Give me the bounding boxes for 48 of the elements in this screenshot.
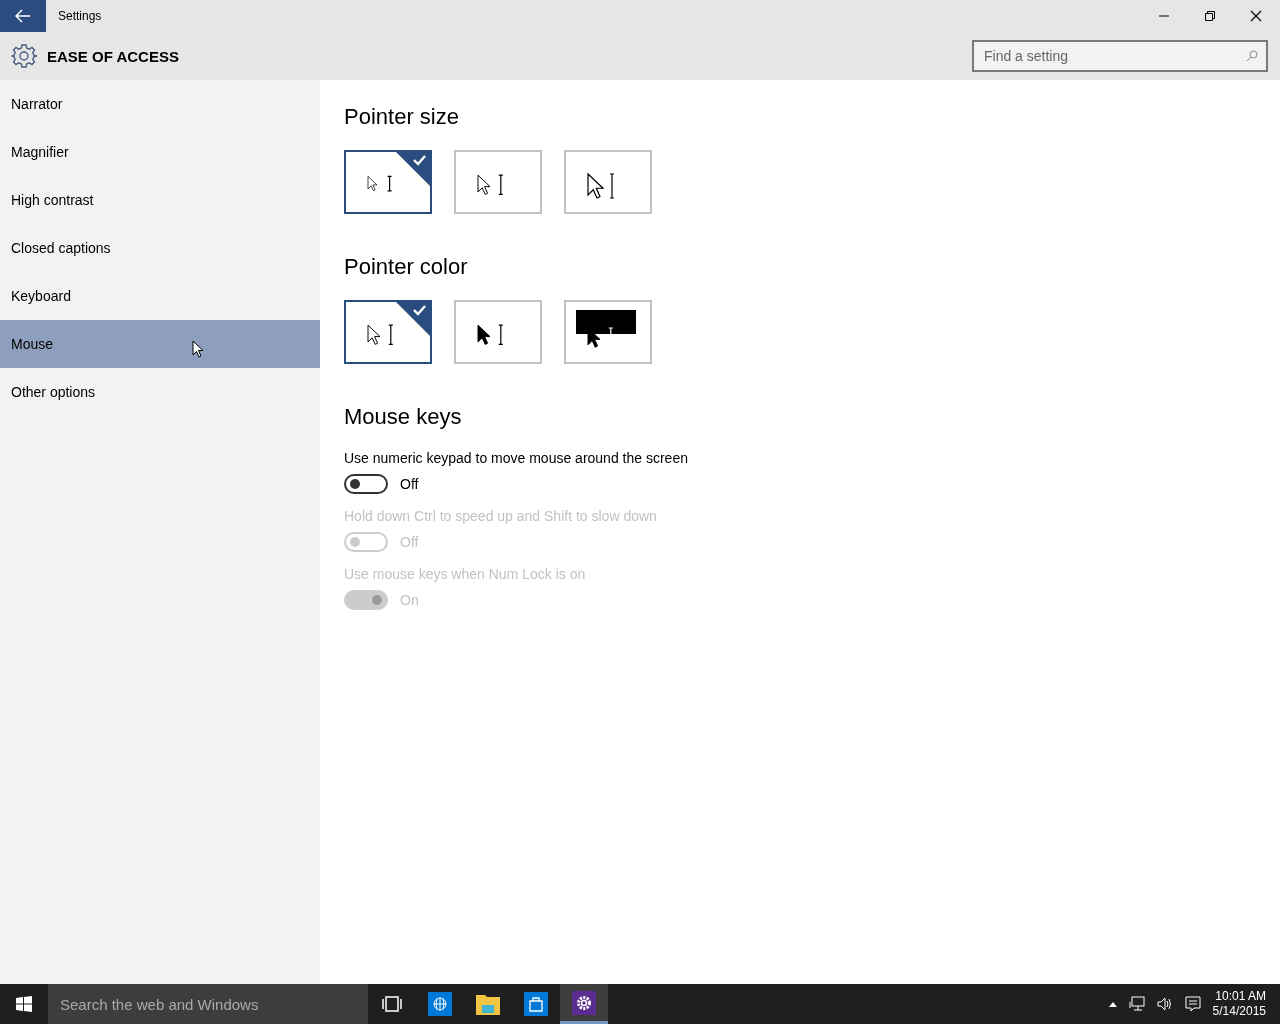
search-icon bbox=[1246, 50, 1258, 62]
sidebar-item[interactable]: Mouse bbox=[0, 320, 320, 368]
sidebar-item[interactable]: High contrast bbox=[0, 176, 320, 224]
restore-icon[interactable] bbox=[1204, 10, 1216, 22]
pointer-option[interactable] bbox=[564, 300, 652, 364]
pointer-option[interactable] bbox=[454, 300, 542, 364]
pointer-option[interactable] bbox=[344, 150, 432, 214]
message-icon[interactable] bbox=[1184, 996, 1201, 1012]
checkmark-icon bbox=[394, 150, 432, 188]
gear-icon bbox=[11, 43, 37, 69]
sidebar-item[interactable]: Narrator bbox=[0, 80, 320, 128]
speaker-icon[interactable] bbox=[1156, 996, 1173, 1012]
pointer-preview-drawing bbox=[477, 174, 504, 195]
sidebar-item[interactable]: Closed captions bbox=[0, 224, 320, 272]
search-field[interactable]: Find a setting bbox=[972, 40, 1268, 72]
windows-logo-icon[interactable] bbox=[16, 996, 32, 1012]
back-button[interactable] bbox=[0, 0, 46, 32]
taskbar-search-field[interactable]: Search the web and Windows bbox=[48, 984, 368, 1024]
toggle-state: Off bbox=[400, 476, 419, 492]
toggle-state: Off bbox=[400, 534, 419, 550]
chevron-up-icon[interactable] bbox=[1108, 1001, 1117, 1007]
close-icon[interactable] bbox=[1250, 10, 1262, 22]
clock-time: 10:01 AM bbox=[1215, 989, 1266, 1004]
pointer-preview-drawing bbox=[367, 324, 394, 345]
section-heading: Pointer size bbox=[344, 104, 460, 130]
setting-label: Use numeric keypad to move mouse around the screen bbox=[344, 450, 689, 466]
checkmark-icon bbox=[394, 300, 432, 338]
toggle-state: On bbox=[400, 592, 419, 608]
pointer-preview-drawing bbox=[367, 175, 393, 192]
back-arrow-icon bbox=[15, 9, 31, 23]
toggle-switch[interactable] bbox=[344, 474, 388, 494]
page-title: EASE OF ACCESS bbox=[47, 47, 179, 65]
clock-date: 5/14/2015 bbox=[1212, 1004, 1266, 1019]
pointer-preview-drawing bbox=[587, 172, 615, 199]
pointer-option[interactable] bbox=[344, 300, 432, 364]
sidebar-item[interactable]: Magnifier bbox=[0, 128, 320, 176]
sidebar-item[interactable]: Keyboard bbox=[0, 272, 320, 320]
setting-label: Use mouse keys when Num Lock is on bbox=[344, 566, 587, 582]
pointer-preview-drawing bbox=[576, 310, 636, 348]
sidebar-item[interactable]: Other options bbox=[0, 368, 320, 416]
pointer-preview-drawing bbox=[477, 324, 504, 345]
section-heading: Mouse keys bbox=[344, 404, 463, 430]
window-title: Settings bbox=[58, 9, 102, 23]
network-icon[interactable] bbox=[1128, 996, 1145, 1012]
section-heading: Pointer color bbox=[344, 254, 469, 280]
mouse-pointer-icon bbox=[192, 340, 204, 358]
gear-icon[interactable] bbox=[560, 984, 608, 1024]
setting-label: Hold down Ctrl to speed up and Shift to slow down bbox=[344, 508, 658, 524]
